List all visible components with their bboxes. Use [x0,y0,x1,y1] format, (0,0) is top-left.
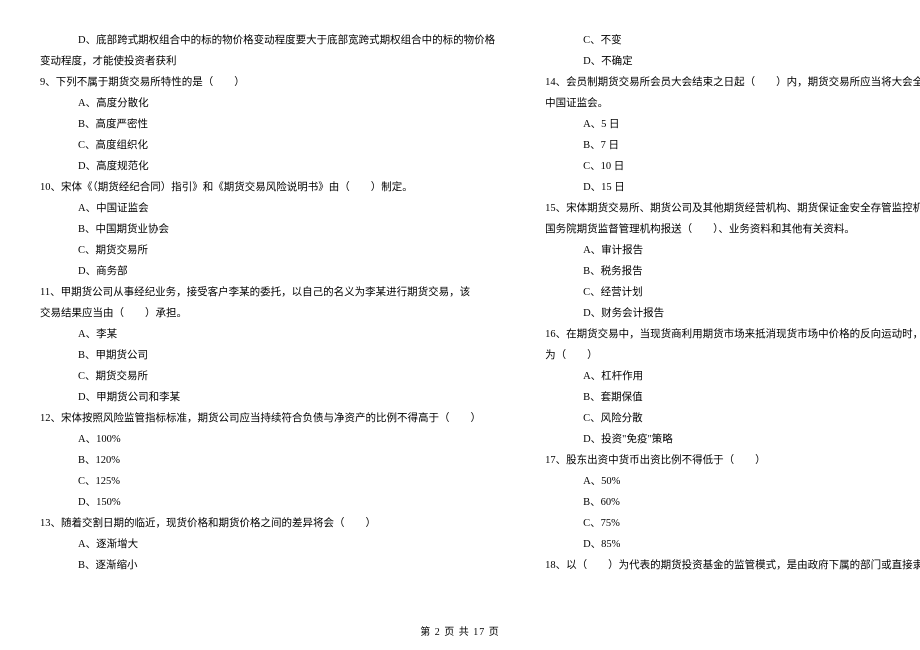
q10-option-d: D、商务部 [40,261,495,282]
q11-option-d: D、甲期货公司和李某 [40,387,495,408]
q10-stem: 10、宋体《（期货经纪合同）指引》和《期货交易风险说明书》由（ ）制定。 [40,177,495,198]
q9-option-d: D、高度规范化 [40,156,495,177]
q14-stem-line1: 14、会员制期货交易所会员大会结束之日起（ ）内，期货交易所应当将大会全部文件报… [545,72,920,93]
q12-option-a: A、100% [40,429,495,450]
q11-option-c: C、期货交易所 [40,366,495,387]
q10-option-b: B、中国期货业协会 [40,219,495,240]
q16-option-b: B、套期保值 [545,387,920,408]
q11-option-b: B、甲期货公司 [40,345,495,366]
q16-option-d: D、投资"免疫"策略 [545,429,920,450]
q14-option-d: D、15 日 [545,177,920,198]
q13-option-c: C、不变 [545,30,920,51]
q14-option-a: A、5 日 [545,114,920,135]
q15-option-b: B、税务报告 [545,261,920,282]
q15-stem-line1: 15、宋体期货交易所、期货公司及其他期货经营机构、期货保证金安全存管监控机构，应… [545,198,920,219]
q9-option-b: B、高度严密性 [40,114,495,135]
q14-option-c: C、10 日 [545,156,920,177]
q17-stem: 17、股东出资中货币出资比例不得低于（ ） [545,450,920,471]
q15-stem-line2: 国务院期货监督管理机构报送（ ）、业务资料和其他有关资料。 [545,219,920,240]
q10-option-a: A、中国证监会 [40,198,495,219]
q16-option-c: C、风险分散 [545,408,920,429]
q17-option-b: B、60% [545,492,920,513]
page-footer: 第 2 页 共 17 页 [0,623,920,638]
q12-stem: 12、宋体按照风险监管指标标准，期货公司应当持续符合负债与净资产的比例不得高于（… [40,408,495,429]
q13-option-a: A、逐渐增大 [40,534,495,555]
q8-option-d-line1: D、底部跨式期权组合中的标的物价格变动程度要大于底部宽跨式期权组合中的标的物价格 [40,30,495,51]
q17-option-d: D、85% [545,534,920,555]
q9-stem: 9、下列不属于期货交易所特性的是（ ） [40,72,495,93]
q15-option-d: D、财务会计报告 [545,303,920,324]
left-column: D、底部跨式期权组合中的标的物价格变动程度要大于底部宽跨式期权组合中的标的物价格… [40,30,520,620]
q17-option-a: A、50% [545,471,920,492]
q13-option-b: B、逐渐缩小 [40,555,495,576]
q9-option-c: C、高度组织化 [40,135,495,156]
q9-option-a: A、高度分散化 [40,93,495,114]
right-column: C、不变 D、不确定 14、会员制期货交易所会员大会结束之日起（ ）内，期货交易… [520,30,920,620]
q10-option-c: C、期货交易所 [40,240,495,261]
q16-stem-line1: 16、在期货交易中，当现货商利用期货市场来抵消现货市场中价格的反向运动时，这个过… [545,324,920,345]
q15-option-c: C、经营计划 [545,282,920,303]
q11-option-a: A、李某 [40,324,495,345]
q14-option-b: B、7 日 [545,135,920,156]
q8-option-d-line2: 变动程度，才能使投资者获利 [40,51,495,72]
page-container: D、底部跨式期权组合中的标的物价格变动程度要大于底部宽跨式期权组合中的标的物价格… [0,0,920,650]
q13-option-d: D、不确定 [545,51,920,72]
q18-stem: 18、以（ ）为代表的期货投资基金的监管模式，是由政府下属的部门或直接隶属于立法… [545,555,920,576]
q14-stem-line2: 中国证监会。 [545,93,920,114]
q16-option-a: A、杠杆作用 [545,366,920,387]
q16-stem-line2: 为（ ） [545,345,920,366]
q11-stem-line1: 11、甲期货公司从事经纪业务，接受客户李某的委托，以自己的名义为李某进行期货交易… [40,282,495,303]
q12-option-c: C、125% [40,471,495,492]
q15-option-a: A、审计报告 [545,240,920,261]
q12-option-b: B、120% [40,450,495,471]
q12-option-d: D、150% [40,492,495,513]
q13-stem: 13、随着交割日期的临近，现货价格和期货价格之间的差异将会（ ） [40,513,495,534]
q17-option-c: C、75% [545,513,920,534]
q11-stem-line2: 交易结果应当由（ ）承担。 [40,303,495,324]
